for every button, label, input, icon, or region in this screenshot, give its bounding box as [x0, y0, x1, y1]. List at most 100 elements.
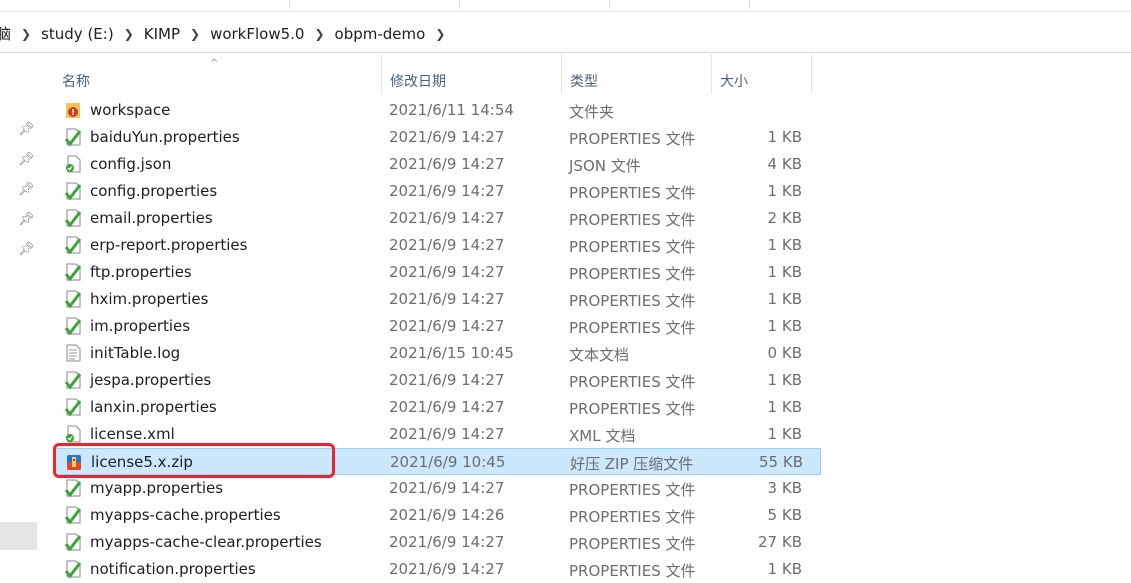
chevron-right-icon[interactable]: ❯ [314, 27, 324, 41]
file-name: license5.x.zip [91, 453, 193, 471]
file-row[interactable]: im.properties 2021/6/9 14:27 PROPERTIES 文件… [40, 313, 1131, 340]
pin-icon[interactable]: 📌︎ [18, 122, 35, 138]
column-header-type-label: 类型 [570, 74, 598, 90]
file-size: 1 KB [767, 371, 802, 389]
file-row[interactable]: myapps-cache.properties 2021/6/9 14:26 PRO… [40, 502, 1131, 529]
file-name: config.properties [90, 182, 218, 200]
file-type: PROPERTIES 文件 [569, 292, 696, 310]
file-modified-date: 2021/6/15 10:45 [389, 344, 514, 362]
file-name: myapps-cache-clear.properties [90, 533, 322, 551]
file-modified-date: 2021/6/9 14:26 [389, 506, 505, 524]
file-type: PROPERTIES 文件 [569, 319, 696, 337]
file-modified-date: 2021/6/9 14:27 [389, 128, 505, 146]
ribbon-strip [0, 0, 1131, 12]
file-type: PROPERTIES 文件 [569, 562, 696, 580]
file-row[interactable]: config.json 2021/6/9 14:27 JSON 文件 4 KB [40, 151, 1131, 178]
properties-file-icon [64, 182, 82, 201]
file-row[interactable]: config.properties 2021/6/9 14:27 PROPERTIE… [40, 178, 1131, 205]
breadcrumb-item-kimp[interactable]: KIMP [144, 25, 180, 43]
breadcrumb-item-drive[interactable]: study (E:) [41, 25, 114, 43]
pin-icon[interactable]: 📌︎ [18, 242, 35, 258]
file-name: license.xml [90, 425, 175, 443]
file-row[interactable]: workspace 2021/6/11 14:54 文件夹 [40, 97, 1131, 124]
xml-file-icon [64, 425, 82, 443]
file-name: lanxin.properties [90, 398, 217, 416]
file-type: PROPERTIES 文件 [569, 130, 696, 148]
file-row[interactable]: myapp.properties 2021/6/9 14:27 PROPERTIES… [40, 475, 1131, 502]
file-size: 55 KB [759, 453, 803, 471]
file-row[interactable]: license.xml 2021/6/9 14:27 XML 文档 1 KB [40, 421, 1131, 448]
column-header-date-label: 修改日期 [390, 74, 446, 90]
file-row[interactable]: myapps-cache-clear.properties 2021/6/9 14… [40, 529, 1131, 556]
file-type: PROPERTIES 文件 [569, 211, 696, 229]
file-row[interactable]: baiduYun.properties 2021/6/9 14:27 PROPERT… [40, 124, 1131, 151]
ribbon-group-new [290, 0, 460, 9]
column-header-size[interactable]: 大小 [712, 54, 812, 94]
properties-file-icon [64, 398, 82, 417]
properties-file-icon [64, 263, 82, 282]
file-row[interactable]: jespa.properties 2021/6/9 14:27 PROPERTIES… [40, 367, 1131, 394]
file-row[interactable]: initTable.log 2021/6/15 10:45 文本文档 0 KB [40, 340, 1131, 367]
file-type: PROPERTIES 文件 [569, 184, 696, 202]
column-header-size-label: 大小 [720, 74, 748, 90]
file-modified-date: 2021/6/9 14:27 [389, 236, 505, 254]
properties-file-icon [64, 209, 82, 228]
file-type: PROPERTIES 文件 [569, 481, 696, 499]
column-header-type[interactable]: 类型 [562, 54, 712, 94]
zip-archive-icon [65, 453, 83, 471]
breadcrumb-item-computer[interactable]: 脑 [0, 23, 11, 44]
properties-file-icon [64, 560, 82, 579]
file-modified-date: 2021/6/9 14:27 [389, 317, 505, 335]
pin-icon[interactable]: 📌︎ [18, 212, 35, 228]
file-size: 2 KB [767, 209, 802, 227]
file-size: 1 KB [767, 263, 802, 281]
file-row[interactable]: hxim.properties 2021/6/9 14:27 PROPERTIES … [40, 286, 1131, 313]
ribbon-group-open [460, 0, 610, 9]
file-row[interactable]: erp-report.properties 2021/6/9 14:27 PROPE… [40, 232, 1131, 259]
properties-file-icon [64, 317, 82, 336]
column-header-date[interactable]: 修改日期 [382, 54, 562, 94]
file-name: jespa.properties [90, 371, 212, 389]
properties-file-icon [64, 533, 82, 552]
file-size: 4 KB [767, 155, 802, 173]
properties-file-icon [64, 290, 82, 309]
file-type: PROPERTIES 文件 [569, 508, 696, 526]
navigation-pane[interactable]: 📌︎ 📌︎ 📌︎ 📌︎ 📌︎ [0, 54, 40, 577]
file-row[interactable]: ftp.properties 2021/6/9 14:27 PROPERTIES 文… [40, 259, 1131, 286]
file-modified-date: 2021/6/9 14:27 [389, 155, 505, 173]
file-size: 5 KB [767, 506, 802, 524]
file-name: email.properties [90, 209, 213, 227]
file-row[interactable]: notification.properties 2021/6/9 14:27 PRO… [40, 556, 1131, 583]
breadcrumb: 脑 ❯ study (E:) ❯ KIMP ❯ workFlow5.0 ❯ ob… [0, 15, 455, 53]
file-modified-date: 2021/6/9 14:27 [389, 479, 505, 497]
properties-file-icon [64, 506, 82, 525]
chevron-right-icon[interactable]: ❯ [21, 27, 31, 41]
file-name: myapps-cache.properties [90, 506, 281, 524]
chevron-right-icon[interactable]: ❯ [124, 27, 134, 41]
chevron-right-icon[interactable]: ❯ [435, 27, 445, 41]
file-row[interactable]: email.properties 2021/6/9 14:27 PROPERTIES… [40, 205, 1131, 232]
file-type: PROPERTIES 文件 [569, 265, 696, 283]
column-header-name[interactable]: 名称 [54, 54, 382, 94]
file-modified-date: 2021/6/9 14:27 [389, 371, 505, 389]
chevron-right-icon[interactable]: ❯ [190, 27, 200, 41]
file-name: notification.properties [90, 560, 256, 578]
file-name: initTable.log [90, 344, 181, 362]
file-name: hxim.properties [90, 290, 209, 308]
nav-item-selected[interactable] [0, 522, 37, 550]
file-size: 1 KB [767, 128, 802, 146]
file-row[interactable]: lanxin.properties 2021/6/9 14:27 PROPERTIE… [40, 394, 1131, 421]
address-bar[interactable]: 脑 ❯ study (E:) ❯ KIMP ❯ workFlow5.0 ❯ ob… [0, 15, 1131, 53]
properties-file-icon [64, 236, 82, 255]
column-header-row: ^ 名称 修改日期 类型 大小 [40, 54, 1131, 94]
file-name: ftp.properties [90, 263, 192, 281]
ribbon-group-choose [610, 0, 750, 9]
pin-icon[interactable]: 📌︎ [18, 182, 35, 198]
breadcrumb-item-obpm-demo[interactable]: obpm-demo [335, 25, 426, 43]
file-size: 27 KB [758, 533, 802, 551]
file-modified-date: 2021/6/9 14:27 [389, 533, 505, 551]
breadcrumb-item-workflow[interactable]: workFlow5.0 [210, 25, 304, 43]
file-row[interactable]: license5.x.zip 2021/6/9 10:45 好压 ZIP 压缩文件 5… [54, 448, 821, 475]
pin-icon[interactable]: 📌︎ [18, 152, 35, 168]
file-size: 1 KB [767, 236, 802, 254]
